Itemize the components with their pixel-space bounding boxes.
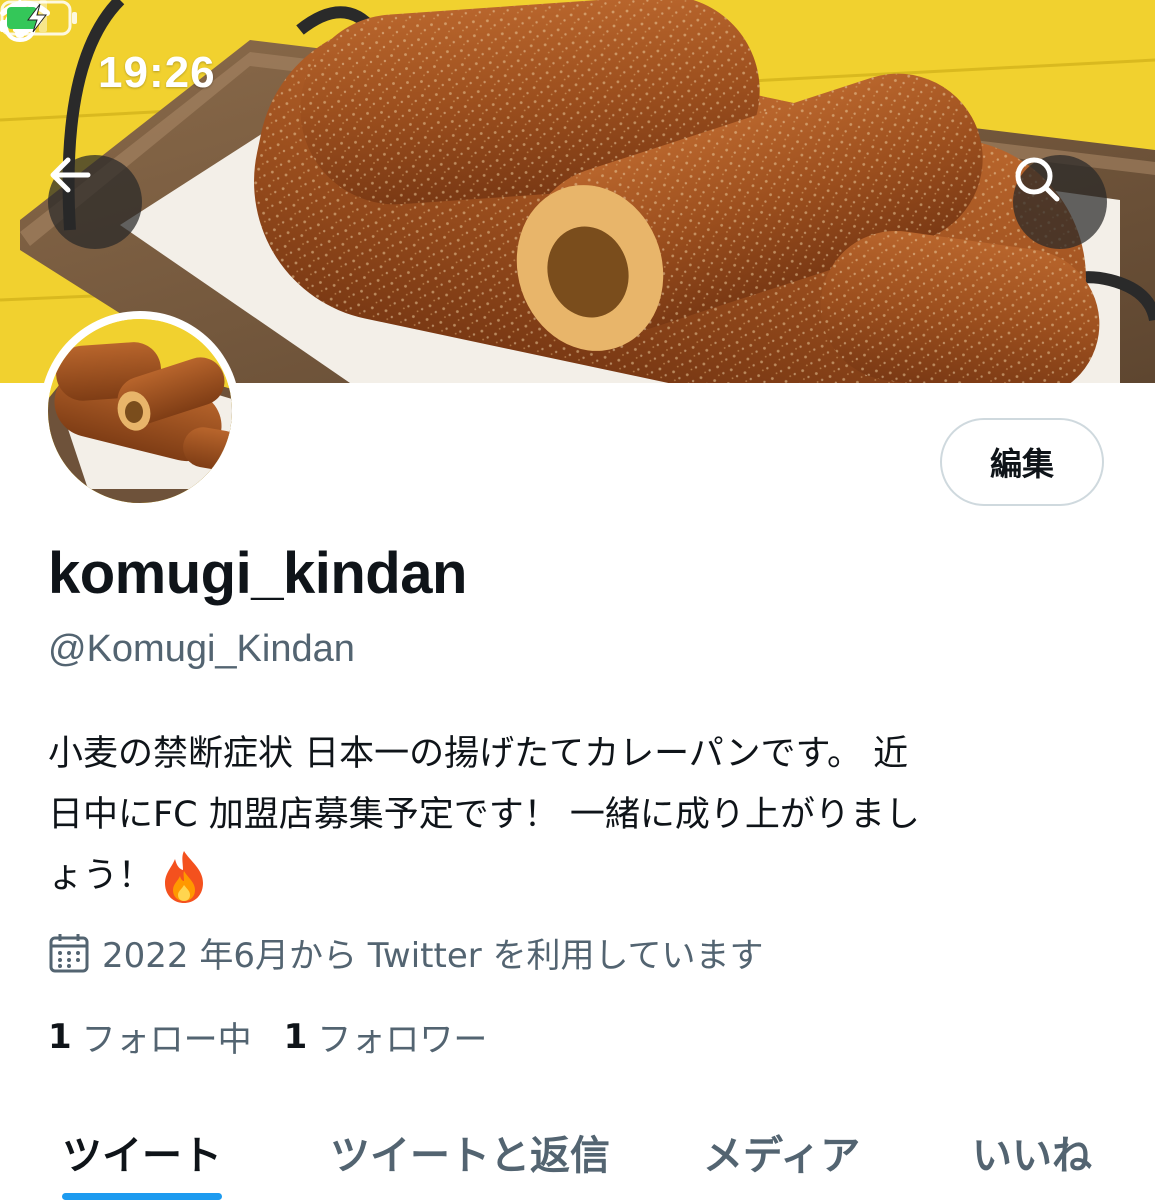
avatar-image [48, 319, 232, 503]
edit-profile-button[interactable]: 編集 [940, 418, 1104, 506]
tab-likes[interactable]: いいね [972, 1123, 1092, 1181]
following-label: フォロー中 [81, 1020, 252, 1060]
bio-line: 日中にFC 加盟店募集予定です！ 一緒に成り上がりまし [48, 795, 920, 835]
status-time: 19:26 [98, 48, 216, 97]
arrow-left-icon [50, 157, 91, 193]
profile-tabs: ツイート ツイートと返信 メディア いいね [0, 1115, 1155, 1200]
search-button[interactable] [1013, 155, 1107, 249]
calendar-icon [49, 933, 89, 972]
following-count: 1 [48, 1016, 72, 1057]
profile-avatar[interactable] [40, 311, 240, 511]
tab-tweets[interactable]: ツイート [62, 1123, 222, 1181]
followers-label: フォロワー [317, 1020, 488, 1060]
user-handle: @Komugi_Kindan [48, 628, 355, 670]
back-button[interactable] [48, 155, 142, 249]
battery-charging-icon [0, 0, 77, 36]
followers-count: 1 [283, 1016, 308, 1057]
joined-date: 2022 年6月から Twitter を利用しています [48, 928, 764, 977]
following-link[interactable]: 1 フォロー中 [48, 1012, 252, 1061]
followers-link[interactable]: 1 フォロワー [284, 1012, 488, 1061]
bio-line-last: ょう！ [48, 846, 1098, 907]
display-name: komugi_kindan [48, 541, 467, 606]
profile-bio: 小麦の禁断症状 日本一の揚げたてカレーパンです。 近 日中にFC 加盟店募集予定… [48, 724, 1098, 907]
follow-stats: 1 フォロー中 1 フォロワー [48, 1012, 519, 1061]
bio-line: 小麦の禁断症状 日本一の揚げたてカレーパンです。 近 [48, 734, 909, 774]
tab-tweets-and-replies[interactable]: ツイートと返信 [330, 1123, 610, 1181]
joined-text: 2022 年6月から Twitter を利用しています [102, 936, 764, 976]
search-icon [1015, 157, 1060, 202]
active-tab-indicator [62, 1193, 222, 1200]
tab-media[interactable]: メディア [703, 1123, 860, 1181]
fire-emoji [165, 851, 204, 903]
bio-line: ょう！ [48, 856, 154, 896]
